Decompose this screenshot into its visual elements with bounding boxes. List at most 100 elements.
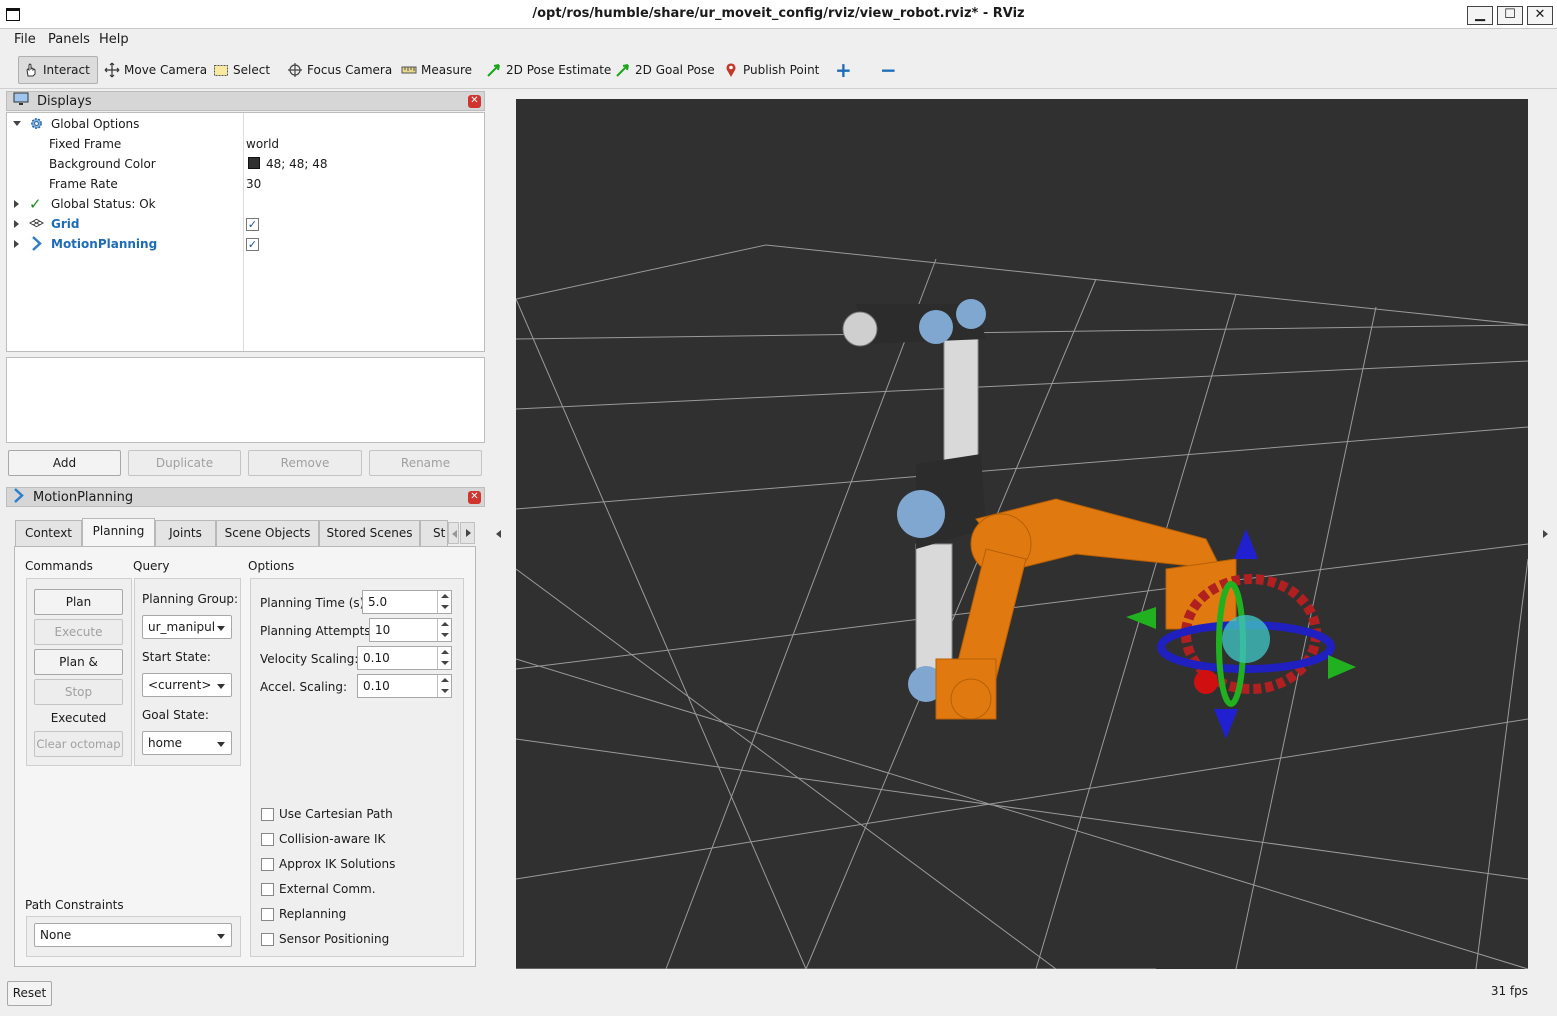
spin-up-icon[interactable] <box>437 619 451 630</box>
remove-tool-button[interactable]: − <box>876 56 901 84</box>
hand-icon <box>23 62 39 78</box>
tab-context[interactable]: Context <box>15 520 82 546</box>
tab-joints[interactable]: Joints <box>155 520 216 546</box>
tab-scroll-right-button[interactable] <box>460 522 475 544</box>
velocity-scaling-value: 0.10 <box>363 651 390 665</box>
grid-enabled-checkbox[interactable]: ✓ <box>246 218 259 231</box>
tab-scene-objects[interactable]: Scene Objects <box>216 520 319 546</box>
tab-planning[interactable]: Planning <box>82 518 155 546</box>
expand-arrow-icon[interactable] <box>14 240 19 248</box>
close-window-button[interactable]: ✕ <box>1527 6 1553 25</box>
expand-arrow-icon[interactable] <box>13 121 21 126</box>
displays-tree: Global Options Fixed Frame world Backgro… <box>6 112 485 352</box>
velocity-scaling-spinbox[interactable]: 0.10 <box>357 646 452 670</box>
collapse-right-panel-icon[interactable] <box>1543 530 1548 538</box>
path-constraints-heading: Path Constraints <box>25 898 124 912</box>
plan-button[interactable]: Plan <box>34 589 123 615</box>
color-swatch[interactable] <box>248 157 260 169</box>
replanning-label: Replanning <box>279 907 347 921</box>
rename-display-button[interactable]: Rename <box>369 450 482 476</box>
tree-row-global-options[interactable]: Global Options <box>7 114 484 134</box>
fixed-frame-value[interactable]: world <box>246 137 279 151</box>
background-color-value[interactable]: 48; 48; 48 <box>266 157 328 171</box>
tree-row-fixed-frame[interactable]: Fixed Frame world <box>7 134 484 154</box>
duplicate-display-button[interactable]: Duplicate <box>128 450 241 476</box>
spin-up-icon[interactable] <box>437 675 451 686</box>
spin-down-icon[interactable] <box>437 658 451 669</box>
3d-viewport[interactable] <box>516 99 1528 969</box>
focus-camera-tool[interactable]: Focus Camera <box>283 56 396 84</box>
replanning-checkbox[interactable] <box>261 908 274 921</box>
measure-tool[interactable]: Measure <box>397 56 476 84</box>
approx-ik-checkbox[interactable] <box>261 858 274 871</box>
pose-estimate-tool[interactable]: 2D Pose Estimate <box>482 56 615 84</box>
planning-attempts-label: Planning Attempts: <box>260 624 375 638</box>
spin-down-icon[interactable] <box>437 686 451 697</box>
maximize-button[interactable]: ☐ <box>1497 6 1523 25</box>
accel-scaling-value: 0.10 <box>363 679 390 693</box>
green-arrow-icon <box>615 62 631 78</box>
interact-label: Interact <box>43 63 90 77</box>
planning-group-select[interactable]: ur_manipul <box>142 615 232 639</box>
moveit-icon <box>31 236 43 254</box>
collision-aware-ik-checkbox[interactable] <box>261 833 274 846</box>
tree-row-grid[interactable]: Grid ✓ <box>7 214 484 234</box>
goal-state-value: home <box>148 736 183 750</box>
displays-panel-header: Displays ✕ <box>6 91 485 111</box>
tree-row-global-status[interactable]: ✓ Global Status: Ok <box>7 194 484 214</box>
interact-tool[interactable]: Interact <box>18 56 98 84</box>
start-state-label: Start State: <box>142 650 211 664</box>
planning-time-spinbox[interactable]: 5.0 <box>362 590 452 614</box>
menu-file[interactable]: File <box>14 32 36 47</box>
motion-planning-enabled-checkbox[interactable]: ✓ <box>246 238 259 251</box>
goal-state-select[interactable]: home <box>142 731 232 755</box>
start-state-select[interactable]: <current> <box>142 673 232 697</box>
spin-up-icon[interactable] <box>437 647 451 658</box>
tab-scroll-left-button[interactable] <box>448 522 459 544</box>
move-camera-tool[interactable]: Move Camera <box>100 56 211 84</box>
tree-row-motion-planning[interactable]: MotionPlanning ✓ <box>7 234 484 254</box>
collapse-left-panel-icon[interactable] <box>496 530 501 538</box>
motion-planning-panel-header: MotionPlanning ✕ <box>6 487 485 507</box>
motion-planning-title: MotionPlanning <box>33 489 134 505</box>
close-displays-icon[interactable]: ✕ <box>468 95 481 108</box>
planning-attempts-value: 10 <box>375 623 391 637</box>
spin-down-icon[interactable] <box>437 630 451 641</box>
close-motion-planning-icon[interactable]: ✕ <box>468 491 481 504</box>
chevron-down-icon <box>217 742 225 747</box>
add-tool-button[interactable]: + <box>831 56 856 84</box>
publish-point-tool[interactable]: Publish Point <box>719 56 823 84</box>
goal-pose-tool[interactable]: 2D Goal Pose <box>611 56 719 84</box>
planning-attempts-spinbox[interactable]: 10 <box>369 618 452 642</box>
minimize-button[interactable]: ▁ <box>1467 6 1493 25</box>
plan-execute-button[interactable]: Plan & Execute <box>34 649 123 693</box>
planning-group-label: Planning Group: <box>142 592 239 606</box>
remove-display-button[interactable]: Remove <box>248 450 362 476</box>
reset-button[interactable]: Reset <box>7 981 52 1006</box>
menu-panels[interactable]: Panels <box>48 32 90 47</box>
tree-row-background-color[interactable]: Background Color 48; 48; 48 <box>7 154 484 174</box>
tab-status-truncated[interactable]: St <box>420 520 448 546</box>
execute-button[interactable]: Execute <box>34 619 123 645</box>
expand-arrow-icon[interactable] <box>14 220 19 228</box>
sensor-positioning-checkbox[interactable] <box>261 933 274 946</box>
frame-rate-value[interactable]: 30 <box>246 177 261 191</box>
add-display-button[interactable]: Add <box>8 450 121 476</box>
accel-scaling-spinbox[interactable]: 0.10 <box>357 674 452 698</box>
path-constraints-select[interactable]: None <box>34 923 232 947</box>
external-comm-checkbox[interactable] <box>261 883 274 896</box>
select-tool[interactable]: Select <box>209 56 274 84</box>
stop-button[interactable]: Stop <box>34 679 123 705</box>
tree-row-frame-rate[interactable]: Frame Rate 30 <box>7 174 484 194</box>
menu-help[interactable]: Help <box>99 32 129 47</box>
path-constraints-value: None <box>40 928 72 942</box>
planning-time-label: Planning Time (s): <box>260 596 369 610</box>
spin-down-icon[interactable] <box>437 602 451 613</box>
spin-up-icon[interactable] <box>437 591 451 602</box>
expand-arrow-icon[interactable] <box>14 200 19 208</box>
focus-camera-label: Focus Camera <box>307 63 393 77</box>
tab-stored-scenes[interactable]: Stored Scenes <box>319 520 420 546</box>
crosshair-icon <box>287 62 303 78</box>
clear-octomap-button[interactable]: Clear octomap <box>34 731 123 757</box>
use-cartesian-path-checkbox[interactable] <box>261 808 274 821</box>
